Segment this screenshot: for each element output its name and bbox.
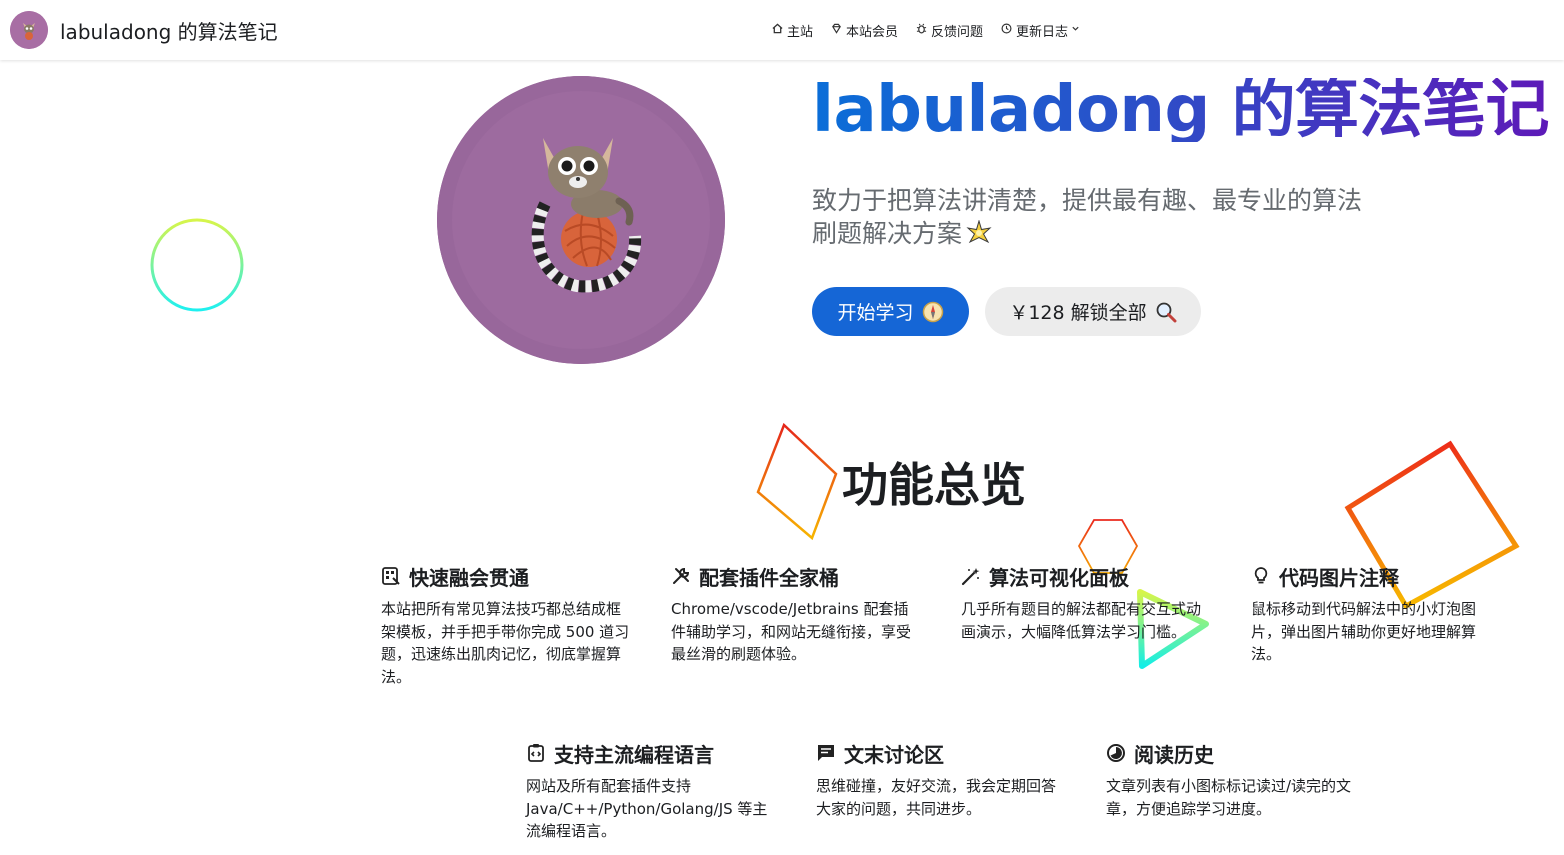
feature-desc: 几乎所有题目的解法都配有交互式动画演示，大幅降低算法学习门槛。 [961, 600, 1202, 641]
feature-card: 算法可视化面板 几乎所有题目的解法都配有交互式动画演示，大幅降低算法学习门槛。 [961, 562, 1211, 643]
feature-card: 配套插件全家桶 Chrome/vscode/Jetbrains 配套插件辅助学习… [671, 562, 921, 666]
sparkle-icon [966, 219, 992, 246]
chevron-down-icon [1071, 24, 1080, 36]
comment-icon [816, 743, 836, 763]
feature-desc: 鼠标移动到代码解法中的小灯泡图片，弹出图片辅助你更好地理解算法。 [1251, 600, 1477, 663]
diamond-icon [831, 23, 842, 37]
start-learning-label: 开始学习 [837, 302, 914, 324]
nav-link-feedback[interactable]: 反馈问题 [916, 21, 983, 40]
brand-home-link[interactable]: labuladong 的算法笔记 [10, 11, 278, 49]
feature-desc: 文章列表有小图标标记读过/读完的文章，方便追踪学习进度。 [1106, 777, 1352, 818]
nav-link-label: 本站会员 [846, 24, 899, 40]
features-section-title: 功能总览 [842, 458, 1026, 512]
feature-title: 配套插件全家桶 [699, 565, 839, 590]
feature-desc: 本站把所有常见算法技巧都总结成框架模板，并手把手带你完成 500 道习题，迅速练… [381, 600, 630, 686]
start-learning-button[interactable]: 开始学习 [812, 287, 969, 336]
feature-desc: 思维碰撞，友好交流，我会定期回答大家的问题，共同进步。 [816, 777, 1057, 818]
feature-title: 代码图片注释 [1279, 565, 1399, 590]
feature-title: 算法可视化面板 [989, 565, 1129, 590]
feature-card: 文末讨论区 思维碰撞，友好交流，我会定期回答大家的问题，共同进步。 [816, 739, 1066, 820]
magic-wand-icon [961, 566, 981, 586]
feature-title: 文末讨论区 [844, 742, 944, 767]
feature-card: 快速融会贯通 本站把所有常见算法技巧都总结成框架模板，并手把手带你完成 500 … [381, 562, 631, 688]
tools-icon [671, 566, 691, 586]
navbar: labuladong 的算法笔记 主站 本站会员 反馈问题 更新日志 [0, 0, 1564, 60]
feature-card: 支持主流编程语言 网站及所有配套插件支持 Java/C++/Python/Gol… [526, 739, 776, 843]
unlock-all-label: ￥128 解锁全部 [1009, 302, 1147, 324]
feature-card: 阅读历史 文章列表有小图标标记读过/读完的文章，方便追踪学习进度。 [1106, 739, 1356, 820]
nav-link-changelog[interactable]: 更新日志 [1001, 21, 1080, 40]
decorative-diamond [756, 422, 838, 541]
progress-icon [1106, 743, 1126, 763]
hero-subtitle: 致力于把算法讲清楚，提供最有趣、最专业的算法刷题解决方案 [812, 184, 1372, 250]
compass-icon [922, 301, 944, 323]
hero-cat-illustration [437, 76, 725, 364]
cat-logo-icon [10, 11, 48, 49]
nav-link-membership[interactable]: 本站会员 [831, 21, 898, 40]
feature-card: 代码图片注释 鼠标移动到代码解法中的小灯泡图片，弹出图片辅助你更好地理解算法。 [1251, 562, 1501, 666]
lightbulb-icon [1251, 566, 1271, 586]
decorative-circle [150, 218, 244, 312]
unlock-all-button[interactable]: ￥128 解锁全部 [985, 287, 1201, 336]
log-icon [1001, 23, 1012, 37]
nav-link-label: 反馈问题 [931, 24, 984, 40]
template-icon [381, 566, 401, 586]
nav-link-label: 主站 [787, 24, 814, 40]
home-icon [772, 23, 783, 37]
bug-icon [916, 23, 927, 37]
feature-desc: Chrome/vscode/Jetbrains 配套插件辅助学习，和网站无缝衔接… [671, 600, 912, 663]
magnifier-icon [1155, 301, 1177, 323]
nav-link-label: 更新日志 [1016, 24, 1069, 40]
code-file-icon [526, 743, 546, 763]
hero-title: labuladong 的算法笔记 [812, 73, 1550, 147]
feature-title: 阅读历史 [1134, 742, 1214, 767]
feature-desc: 网站及所有配套插件支持 Java/C++/Python/Golang/JS 等主… [526, 777, 768, 840]
hero-subtitle-text: 致力于把算法讲清楚，提供最有趣、最专业的算法刷题解决方案 [812, 186, 1363, 248]
nav-link-home[interactable]: 主站 [772, 21, 813, 40]
nav-links: 主站 本站会员 反馈问题 更新日志 [772, 0, 1080, 60]
feature-title: 支持主流编程语言 [554, 742, 714, 767]
feature-title: 快速融会贯通 [409, 565, 529, 590]
brand-title: labuladong 的算法笔记 [60, 19, 278, 44]
